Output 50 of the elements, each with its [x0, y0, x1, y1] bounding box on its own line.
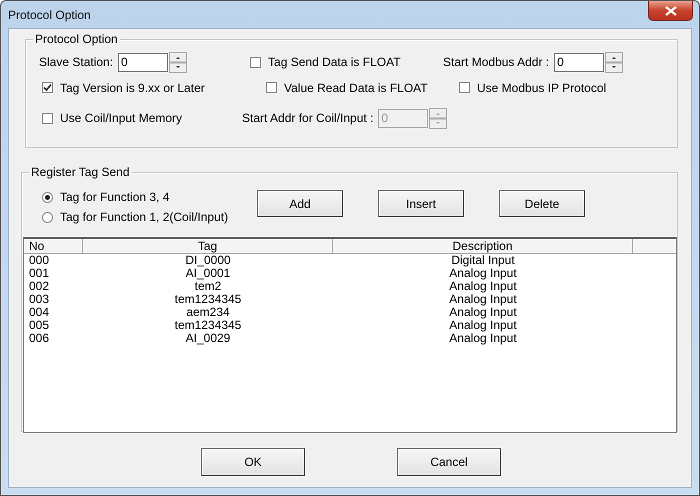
- number-field[interactable]: 0: [118, 52, 168, 72]
- table-cell-text: AI_0029: [184, 332, 232, 345]
- checkbox[interactable]: Tag Send Data is FLOAT: [250, 55, 401, 69]
- group-title: Register Tag Send: [29, 165, 132, 179]
- group-title: Protocol Option: [33, 32, 120, 46]
- table-cell-text: 002: [28, 280, 50, 293]
- table-cell-text: Analog Input: [448, 319, 518, 332]
- field-label: Start Addr for Coil/Input :: [242, 111, 374, 125]
- checkbox[interactable]: Value Read Data is FLOAT: [266, 80, 428, 94]
- table-cell-text: 001: [28, 267, 50, 280]
- table-cell-text: AI_0001: [184, 267, 232, 280]
- dialog-button[interactable]: OK: [201, 448, 305, 476]
- table-cell-text: 005: [28, 319, 50, 332]
- push-button[interactable]: Add: [257, 190, 343, 217]
- table-cell-text: Digital Input: [450, 254, 516, 267]
- close-button[interactable]: [648, 1, 693, 21]
- dialog-button[interactable]: Cancel: [397, 448, 501, 476]
- table-cell-text: 000: [28, 254, 50, 267]
- field-label: Start Modbus Addr :: [443, 55, 550, 69]
- field-label: Slave Station:: [39, 55, 114, 69]
- radio-button[interactable]: Tag for Function 1, 2(Coil/Input): [42, 210, 257, 224]
- table-cell-text: 006: [28, 332, 50, 345]
- number-field[interactable]: 0: [554, 52, 604, 72]
- push-button[interactable]: Delete: [499, 190, 585, 217]
- radio-button[interactable]: Tag for Function 3, 4: [42, 190, 257, 204]
- push-button[interactable]: Insert: [378, 190, 464, 217]
- table-cell-text: Analog Input: [448, 332, 518, 345]
- table-cell-text: 003: [28, 293, 50, 306]
- table-cell-text: 004: [28, 306, 50, 319]
- check-icon: [43, 83, 52, 92]
- table-cell-text: aem234: [185, 306, 231, 319]
- column-header[interactable]: Description: [333, 239, 633, 253]
- close-icon: [664, 6, 676, 16]
- checkbox[interactable]: Use Modbus IP Protocol: [459, 80, 606, 94]
- column-header[interactable]: Tag: [83, 239, 333, 253]
- spinner-buttons[interactable]: [605, 52, 624, 72]
- table-cell-text: Analog Input: [448, 280, 518, 293]
- column-header[interactable]: No: [24, 239, 83, 253]
- table-cell-text: tem2: [194, 280, 222, 293]
- checkbox[interactable]: Tag Version is 9.xx or Later: [42, 80, 205, 94]
- spinner-buttons[interactable]: [429, 108, 448, 128]
- table-cell-text: Analog Input: [448, 306, 518, 319]
- table-cell-text: Analog Input: [448, 293, 518, 306]
- window-title: Protocol Option: [8, 8, 91, 22]
- spinner-buttons[interactable]: [169, 52, 188, 72]
- table-cell-text: tem1234345: [174, 319, 242, 332]
- table-cell-text: tem1234345: [174, 293, 242, 306]
- table-cell-text: Analog Input: [448, 267, 518, 280]
- checkbox[interactable]: Use Coil/Input Memory: [42, 111, 182, 125]
- table-cell-text: DI_0000: [184, 254, 232, 267]
